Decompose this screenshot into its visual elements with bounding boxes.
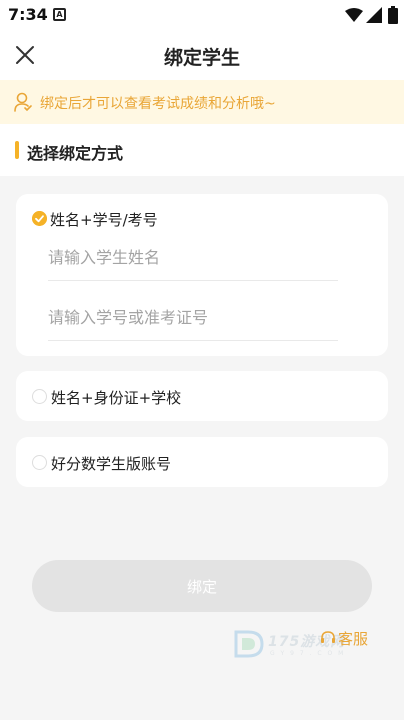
battery-icon bbox=[388, 6, 398, 24]
student-id-input[interactable] bbox=[48, 294, 338, 340]
customer-service-label[interactable]: 客服 bbox=[338, 628, 368, 649]
app-header: 绑定学生 bbox=[0, 30, 404, 80]
page-title: 绑定学生 bbox=[163, 47, 240, 69]
option-label[interactable]: 姓名+学号/考号 bbox=[50, 209, 158, 230]
student-name-field[interactable] bbox=[48, 234, 338, 281]
bind-button[interactable]: 绑定 bbox=[32, 560, 372, 612]
option-label[interactable]: 好分数学生版账号 bbox=[51, 453, 171, 474]
signal-icon bbox=[366, 7, 382, 23]
section-title: 选择绑定方式 bbox=[27, 144, 124, 163]
option-card-name-studentid: 姓名+学号/考号 bbox=[16, 194, 388, 356]
option-card-student-account[interactable]: 好分数学生版账号 bbox=[16, 437, 388, 487]
watermark-logo-icon bbox=[234, 630, 264, 658]
watermark-subtext: G Y 9 7 . C O M bbox=[270, 650, 346, 657]
status-bar: 7:34 A bbox=[0, 0, 404, 30]
headset-icon bbox=[321, 631, 335, 643]
section-accent-bar bbox=[15, 141, 19, 159]
wifi-icon bbox=[345, 8, 363, 22]
section-heading: 选择绑定方式 bbox=[0, 124, 404, 176]
radio-unchecked-icon[interactable] bbox=[32, 389, 47, 404]
radio-unchecked-icon[interactable] bbox=[32, 455, 47, 470]
user-icon bbox=[14, 92, 32, 112]
tip-text: 绑定后才可以查看考试成绩和分析哦~ bbox=[40, 96, 276, 112]
option-card-name-idcard-school[interactable]: 姓名+身份证+学校 bbox=[16, 371, 388, 421]
radio-checked-icon[interactable] bbox=[32, 211, 47, 226]
option-label[interactable]: 姓名+身份证+学校 bbox=[51, 387, 181, 408]
student-id-field[interactable] bbox=[48, 294, 338, 341]
notification-icon: A bbox=[53, 8, 66, 21]
status-time: 7:34 bbox=[8, 5, 48, 24]
tip-banner: 绑定后才可以查看考试成绩和分析哦~ bbox=[0, 80, 404, 124]
student-name-input[interactable] bbox=[48, 234, 338, 280]
